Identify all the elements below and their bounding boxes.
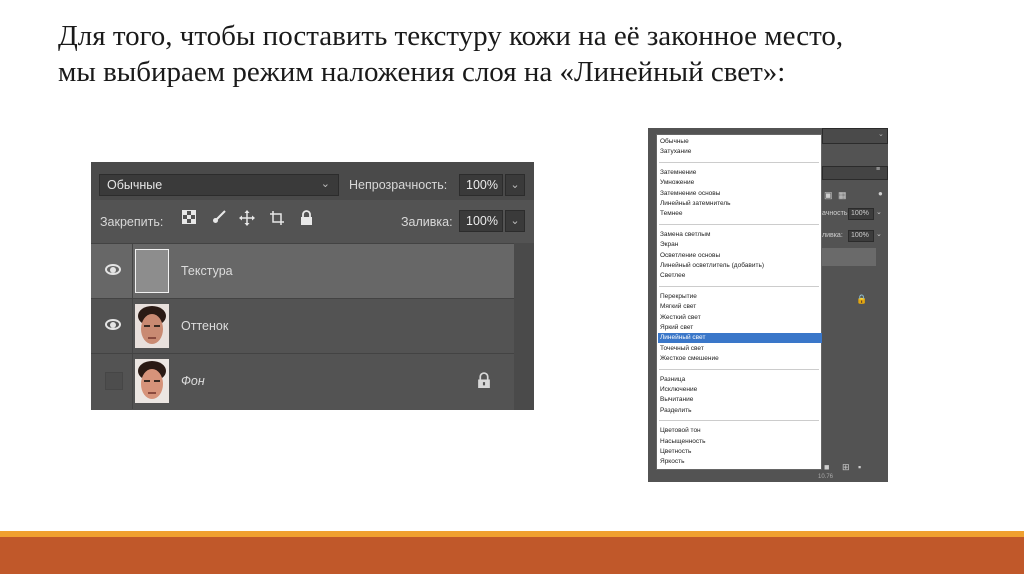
row-divider (132, 244, 133, 299)
chevron-down-icon: ⌄ (320, 178, 330, 190)
side-fill-label: ливка: (822, 232, 843, 239)
status-text: 10.76 (818, 474, 834, 480)
menu-item[interactable]: Мягкий свет (658, 302, 822, 312)
menu-item[interactable]: Замена светлым (658, 230, 822, 240)
slide-caption: Для того, чтобы поставить текстуру кожи … (58, 18, 998, 90)
menu-item[interactable]: Линейный затемнитель (658, 199, 822, 209)
new-file-icon[interactable]: ▦ (838, 190, 847, 201)
layer-row-texture[interactable]: Текстура (91, 243, 514, 299)
layer-name: Текстура (181, 264, 233, 278)
footer-stripe-rust (0, 537, 1024, 574)
menu-item[interactable]: Умножение (658, 178, 822, 188)
menu-item[interactable]: Перекрытие (658, 292, 822, 302)
eye-icon[interactable] (105, 319, 121, 330)
fill-input[interactable]: 100% (459, 210, 503, 232)
menu-separator (659, 223, 819, 225)
lock-label: Закрепить: (100, 215, 164, 229)
menu-item[interactable]: Разделить (658, 406, 822, 416)
side-opacity-label: ачность: (822, 210, 850, 217)
menu-separator (659, 368, 819, 370)
side-fill-value: 100% (851, 232, 869, 239)
side-fill-box[interactable]: 100% (848, 230, 874, 242)
menu-item[interactable]: Линейный свет (658, 333, 822, 344)
trash-icon[interactable]: ▪ (858, 462, 861, 472)
row-divider (132, 354, 133, 409)
fill-chevron-icon[interactable]: ⌄ (505, 210, 525, 232)
layer-row-tone[interactable]: Оттенок (91, 298, 514, 354)
layer-name: Оттенок (181, 319, 229, 333)
layer-thumbnail (135, 249, 169, 293)
layer-row-background[interactable]: Фон (91, 353, 514, 409)
side-opacity-box[interactable]: 100% (848, 208, 874, 220)
caption-line-1: Для того, чтобы поставить текстуру кожи … (58, 20, 844, 52)
menu-item[interactable]: Затухание (658, 147, 822, 157)
menu-item[interactable]: Разница (658, 375, 822, 385)
menu-separator (659, 161, 819, 163)
menu-item[interactable]: Линейный осветлитель (добавить) (658, 261, 822, 271)
menu-item[interactable]: Жесткий свет (658, 313, 822, 323)
blend-menu-screenshot: ⌄ ≡ ▣ ▦ ● ачность: 100% ⌄ ливка: 100% ⌄ … (648, 128, 888, 482)
chevron-down-icon[interactable]: ⌄ (876, 230, 882, 238)
blend-mode-menu[interactable]: Обычные Затухание Затемнение Умножение Затем… (656, 134, 822, 470)
face-thumbnail (135, 304, 169, 348)
brush-icon[interactable] (209, 210, 229, 230)
menu-item[interactable]: Яркий свет (658, 323, 822, 333)
link-icon[interactable]: ▣ (824, 190, 833, 201)
fill-label: Заливка: (401, 215, 453, 229)
lock-icon: 🔒 (856, 294, 868, 304)
move-icon[interactable] (237, 210, 257, 230)
menu-item[interactable]: Затемнение основы (658, 189, 822, 199)
side-opacity-value: 100% (851, 210, 869, 217)
row-divider (132, 299, 133, 354)
opacity-chevron-icon[interactable]: ⌄ (505, 174, 525, 196)
dot-icon[interactable]: ● (878, 189, 883, 198)
menu-item[interactable]: Исключение (658, 385, 822, 395)
add-layer-icon[interactable]: ⊞ (842, 462, 850, 473)
opacity-label: Непрозрачность: (349, 178, 448, 192)
menu-separator (659, 420, 819, 422)
side-selected-row[interactable] (822, 248, 876, 266)
chevron-down-icon[interactable]: ⌄ (878, 130, 884, 138)
face-thumbnail (135, 359, 169, 403)
layers-scrollbar[interactable] (514, 243, 534, 410)
caption-line-2: мы выбираем режим наложения слоя на «Лин… (58, 56, 786, 88)
menu-item[interactable]: Цветовой тон (658, 426, 822, 436)
menu-item[interactable]: Вычитание (658, 395, 822, 405)
menu-item[interactable]: Осветление основы (658, 251, 822, 261)
blend-mode-select[interactable]: Обычные ⌄ (99, 174, 339, 196)
menu-item[interactable]: Затемнение (658, 168, 822, 178)
chevron-down-icon[interactable]: ⌄ (876, 208, 882, 216)
menu-item[interactable]: Обычные (658, 137, 822, 147)
layer-name: Фон (181, 374, 205, 388)
eye-icon[interactable] (105, 264, 121, 275)
menu-item[interactable]: Цветность (658, 447, 822, 457)
menu-item[interactable]: Яркость (658, 457, 822, 467)
menu-item[interactable]: Светлее (658, 271, 822, 281)
checker-lock-icon[interactable] (179, 210, 199, 230)
lock-icon (478, 372, 490, 388)
menu-separator (659, 285, 819, 287)
menu-item[interactable]: Точечный свет (658, 344, 822, 354)
menu-item[interactable]: Насыщенность (658, 437, 822, 447)
menu-item[interactable]: Экран (658, 240, 822, 250)
panel-menu-icon[interactable]: ≡ (876, 166, 880, 173)
blend-mode-value: Обычные (107, 178, 163, 192)
menu-item[interactable]: Жесткое смешение (658, 354, 822, 364)
padlock-icon[interactable] (296, 210, 316, 230)
menu-item[interactable]: Темнее (658, 209, 822, 219)
hidden-visibility-box[interactable] (105, 372, 123, 390)
opacity-input[interactable]: 100% (459, 174, 503, 196)
crop-icon[interactable] (267, 210, 287, 230)
folder-icon[interactable]: ■ (824, 462, 829, 472)
layers-panel: Обычные ⌄ Непрозрачность: 100% ⌄ Закрепи… (91, 162, 534, 410)
